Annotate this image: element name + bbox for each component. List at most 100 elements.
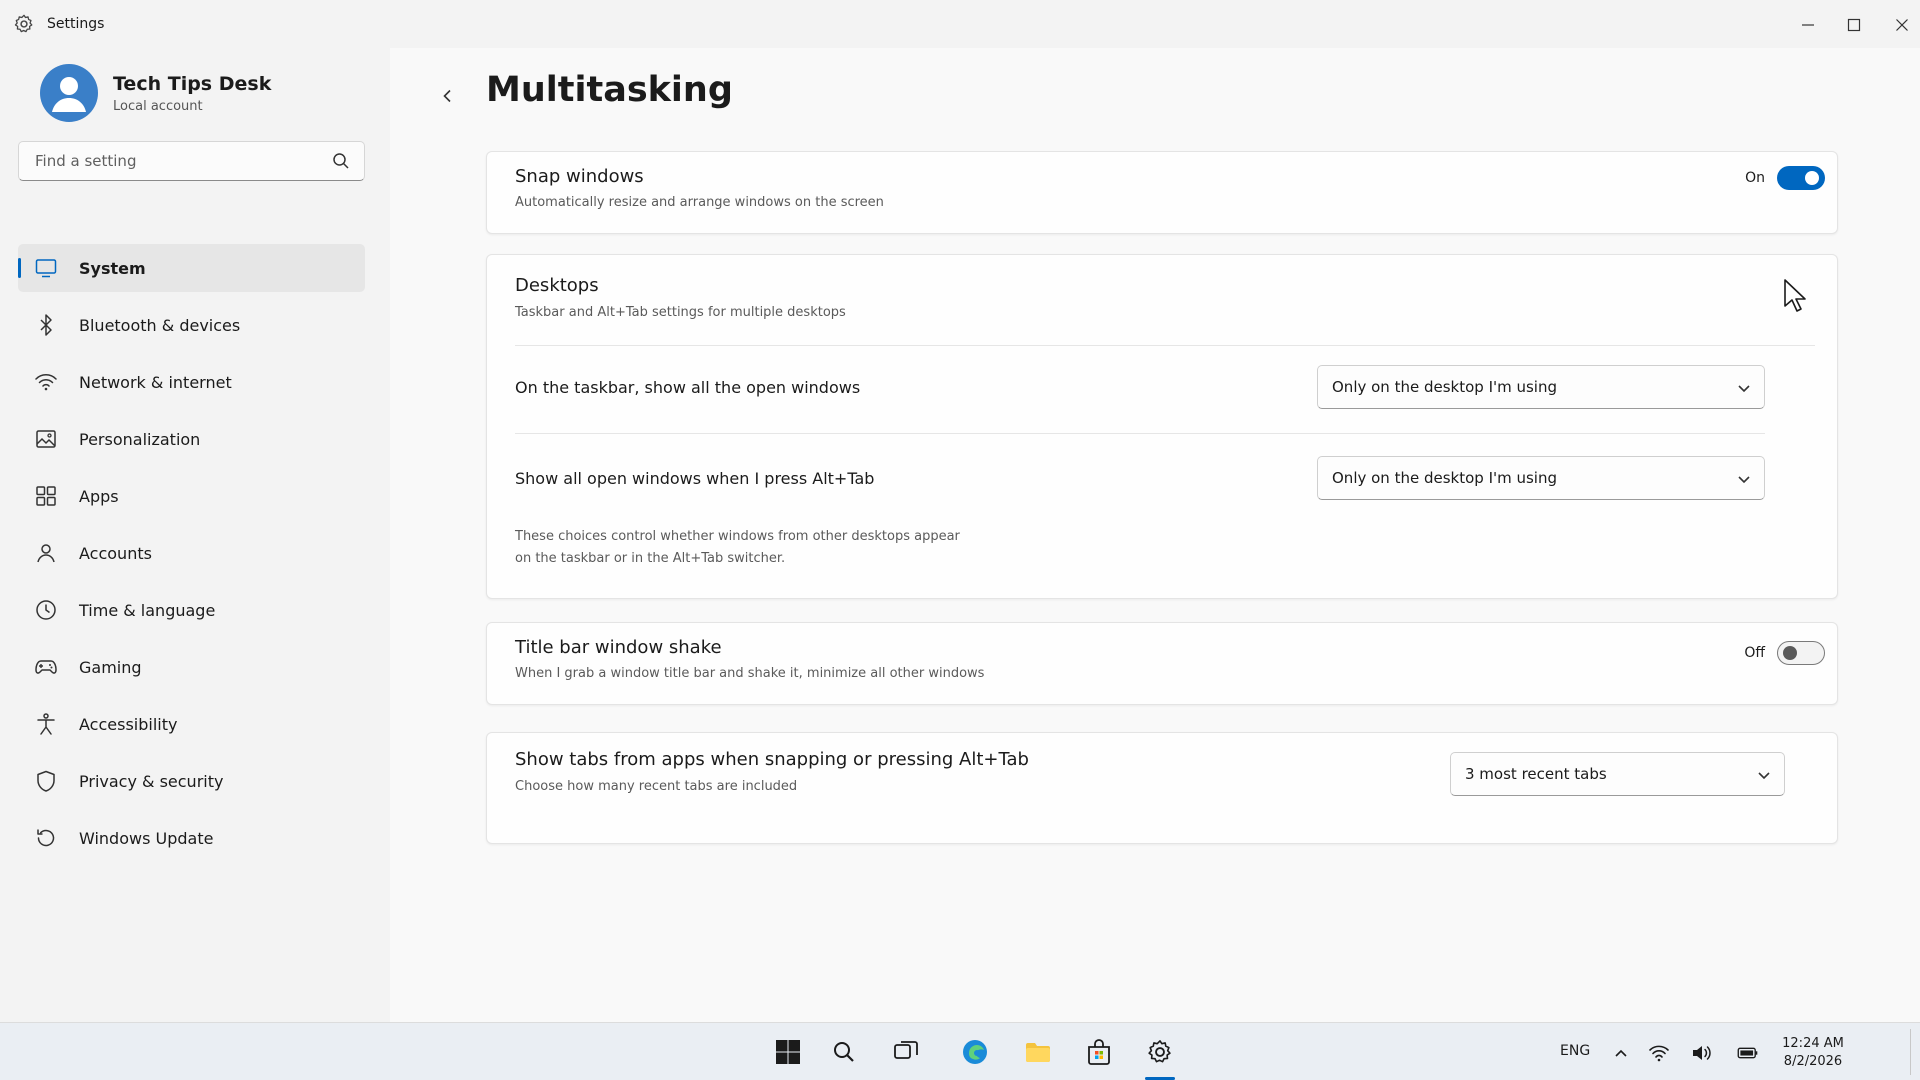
title-bar: Settings: [0, 0, 1920, 48]
page-title: Multitasking: [486, 70, 733, 110]
store-bag-icon: [1088, 1039, 1110, 1065]
close-button[interactable]: [1887, 10, 1917, 40]
sidebar-item-accessibility[interactable]: Accessibility: [18, 700, 365, 748]
sidebar-item-label: Bluetooth & devices: [79, 315, 241, 335]
sidebar-item-apps[interactable]: Apps: [18, 472, 365, 520]
search-icon[interactable]: [332, 152, 350, 170]
avatar: [40, 64, 98, 122]
sidebar-item-bluetooth[interactable]: Bluetooth & devices: [18, 301, 365, 349]
sidebar-item-label: System: [79, 258, 146, 278]
clock-icon: [36, 600, 56, 620]
taskbar-windows-label: On the taskbar, show all the open window…: [515, 378, 861, 397]
wifi-icon[interactable]: [1648, 1042, 1670, 1064]
title-bar-shake-title: Title bar window shake: [515, 637, 722, 658]
divider: [515, 345, 1815, 346]
chevron-up-icon[interactable]: [1610, 1042, 1632, 1064]
back-button[interactable]: [433, 81, 463, 111]
sidebar-nav: System Bluetooth & devices Network & int…: [18, 244, 365, 871]
sidebar: Tech Tips Desk Local account System Blue…: [0, 48, 390, 1022]
edge-browser-button[interactable]: [957, 1034, 993, 1070]
toggle-knob: [1805, 171, 1819, 185]
title-bar-shake-toggle[interactable]: [1777, 641, 1825, 665]
sidebar-item-label: Privacy & security: [79, 771, 224, 791]
language-indicator[interactable]: ENG: [1560, 1043, 1590, 1059]
chevron-left-icon: [443, 89, 451, 103]
profile-name: Tech Tips Desk: [113, 72, 272, 95]
windows-logo-icon: [776, 1040, 800, 1064]
settings-gear-icon: [14, 14, 33, 33]
shield-icon: [37, 770, 55, 792]
file-explorer-button[interactable]: [1020, 1034, 1056, 1070]
sidebar-item-label: Windows Update: [79, 828, 214, 848]
sidebar-item-windows-update[interactable]: Windows Update: [18, 814, 365, 862]
task-view-button[interactable]: [888, 1034, 924, 1070]
sidebar-item-label: Accounts: [79, 543, 152, 563]
task-view-icon: [894, 1041, 918, 1059]
apps-grid-icon: [36, 486, 56, 506]
start-button[interactable]: [770, 1034, 806, 1070]
snap-windows-subtitle: Automatically resize and arrange windows…: [515, 195, 884, 210]
minimize-button[interactable]: [1793, 10, 1823, 40]
sidebar-item-accounts[interactable]: Accounts: [18, 529, 365, 577]
sidebar-item-label: Time & language: [79, 600, 216, 620]
folder-icon: [1026, 1043, 1050, 1062]
show-desktop-button[interactable]: [1910, 1029, 1911, 1075]
title-bar-shake-card[interactable]: Title bar window shake When I grab a win…: [486, 622, 1838, 705]
taskbar: ENG 12:24 AM 8/2/2026: [0, 1022, 1920, 1080]
alttab-windows-label: Show all open windows when I press Alt+T…: [515, 469, 875, 488]
profile[interactable]: Tech Tips Desk Local account: [40, 64, 271, 122]
bluetooth-icon: [40, 314, 52, 336]
search-input[interactable]: [19, 152, 319, 170]
chevron-down-icon: [1738, 476, 1750, 484]
sidebar-item-gaming[interactable]: Gaming: [18, 643, 365, 691]
profile-account-type: Local account: [113, 98, 203, 114]
battery-icon[interactable]: [1737, 1042, 1759, 1064]
sidebar-item-label: Network & internet: [79, 372, 232, 392]
person-icon: [37, 544, 55, 563]
image-icon: [36, 430, 56, 448]
snap-windows-card[interactable]: Snap windows Automatically resize and ar…: [486, 151, 1838, 234]
alttab-windows-dropdown[interactable]: Only on the desktop I'm using: [1317, 456, 1765, 500]
sidebar-item-label: Personalization: [79, 429, 201, 449]
sidebar-item-label: Accessibility: [79, 714, 178, 734]
sidebar-item-privacy-security[interactable]: Privacy & security: [18, 757, 365, 805]
window-title: Settings: [47, 16, 105, 32]
title-bar-shake-subtitle: When I grab a window title bar and shake…: [515, 666, 985, 681]
update-icon: [37, 829, 55, 847]
main-content: Multitasking Snap windows Automatically …: [390, 48, 1920, 1022]
show-tabs-card: Show tabs from apps when snapping or pre…: [486, 732, 1838, 844]
sidebar-item-personalization[interactable]: Personalization: [18, 415, 365, 463]
clock[interactable]: 12:24 AM 8/2/2026: [1768, 1035, 1858, 1071]
store-button[interactable]: [1081, 1034, 1117, 1070]
chevron-down-icon: [1738, 385, 1750, 393]
sidebar-item-system[interactable]: System: [18, 244, 365, 292]
minimize-icon: [1802, 24, 1814, 26]
maximize-icon: [1847, 18, 1861, 32]
settings-gear-icon: [1148, 1040, 1171, 1063]
clock-time: 12:24 AM: [1782, 1036, 1844, 1051]
snap-windows-toggle-group: On: [1745, 166, 1825, 190]
desktops-subtitle: Taskbar and Alt+Tab settings for multipl…: [515, 305, 846, 320]
close-icon: [1896, 19, 1908, 31]
snap-windows-toggle[interactable]: [1777, 166, 1825, 190]
settings-taskbar-button[interactable]: [1142, 1034, 1178, 1070]
show-tabs-title: Show tabs from apps when snapping or pre…: [515, 749, 1029, 770]
search-box: [18, 141, 365, 181]
mouse-cursor-icon: [1784, 279, 1806, 312]
desktops-note-line1: These choices control whether windows fr…: [515, 529, 960, 544]
edge-browser-icon: [963, 1040, 987, 1064]
title-bar-shake-state-label: Off: [1744, 645, 1765, 661]
maximize-button[interactable]: [1839, 10, 1869, 40]
show-tabs-selected: 3 most recent tabs: [1465, 765, 1607, 783]
taskbar-search-button[interactable]: [826, 1034, 862, 1070]
desktops-note: These choices control whether windows fr…: [515, 526, 985, 570]
chevron-down-icon: [1758, 772, 1770, 780]
sidebar-item-time-language[interactable]: Time & language: [18, 586, 365, 634]
sidebar-item-network[interactable]: Network & internet: [18, 358, 365, 406]
volume-icon[interactable]: [1690, 1042, 1712, 1064]
taskbar-windows-dropdown[interactable]: Only on the desktop I'm using: [1317, 365, 1765, 409]
alttab-windows-selected: Only on the desktop I'm using: [1332, 469, 1558, 487]
show-tabs-subtitle: Choose how many recent tabs are included: [515, 779, 798, 794]
person-avatar-icon: [52, 77, 86, 112]
show-tabs-dropdown[interactable]: 3 most recent tabs: [1450, 752, 1785, 796]
